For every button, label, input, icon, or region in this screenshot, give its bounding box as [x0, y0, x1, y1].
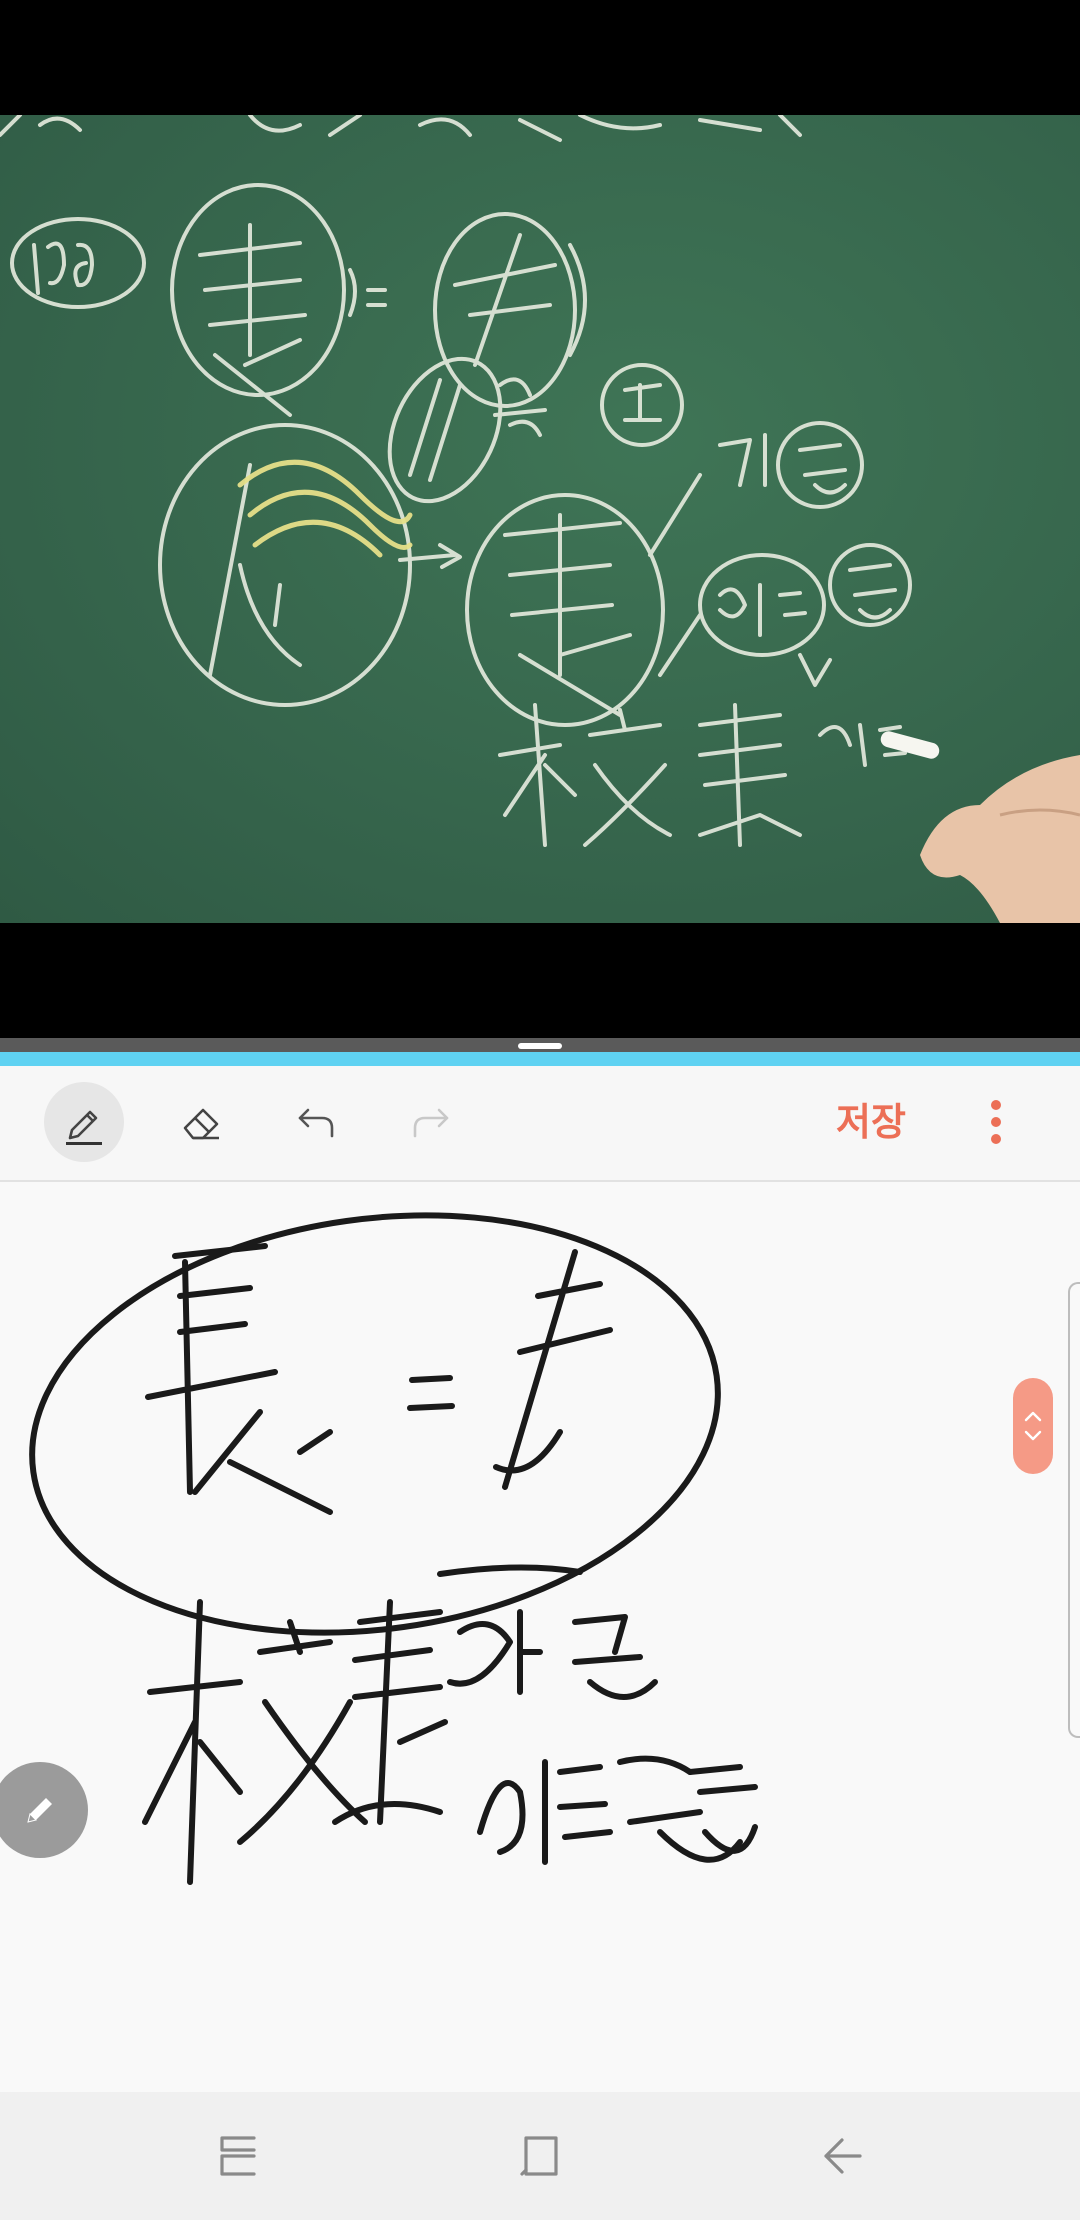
- home-icon: [520, 2136, 558, 2176]
- recents-icon: [220, 2136, 256, 2176]
- chalk-writing: [0, 115, 1080, 923]
- more-vertical-icon: [991, 1100, 1001, 1110]
- drawing-canvas[interactable]: [0, 1182, 1080, 2092]
- more-options-button[interactable]: [970, 1094, 1022, 1150]
- redo-button[interactable]: [391, 1082, 471, 1162]
- back-icon: [824, 2138, 862, 2174]
- system-navigation-bar: [0, 2092, 1080, 2220]
- pencil-icon: [27, 1798, 52, 1823]
- page-scroll-control[interactable]: [1013, 1378, 1053, 1474]
- recents-button[interactable]: [206, 2124, 270, 2188]
- note-app: 저장: [0, 1066, 1080, 2092]
- chevron-up-icon: [1024, 1411, 1042, 1422]
- split-accent-strip: [0, 1052, 1080, 1066]
- back-button[interactable]: [810, 2124, 874, 2188]
- note-toolbar: 저장: [0, 1066, 1080, 1182]
- split-screen-handle[interactable]: [518, 1043, 562, 1049]
- undo-icon: [298, 1108, 334, 1138]
- eraser-icon: [183, 1108, 219, 1140]
- video-player[interactable]: [0, 0, 1080, 1038]
- redo-icon: [413, 1108, 449, 1138]
- home-button[interactable]: [508, 2124, 572, 2188]
- page-edge-indicator: [1068, 1282, 1080, 1738]
- undo-button[interactable]: [276, 1082, 356, 1162]
- pen-icon: [66, 1110, 102, 1145]
- eraser-tool-button[interactable]: [161, 1082, 241, 1162]
- handwriting-ink: [29, 1212, 758, 1885]
- chalkboard-frame: [0, 115, 1080, 923]
- pen-tool-button[interactable]: [44, 1082, 124, 1162]
- save-button[interactable]: 저장: [836, 1096, 906, 1148]
- chevron-down-icon: [1024, 1430, 1042, 1441]
